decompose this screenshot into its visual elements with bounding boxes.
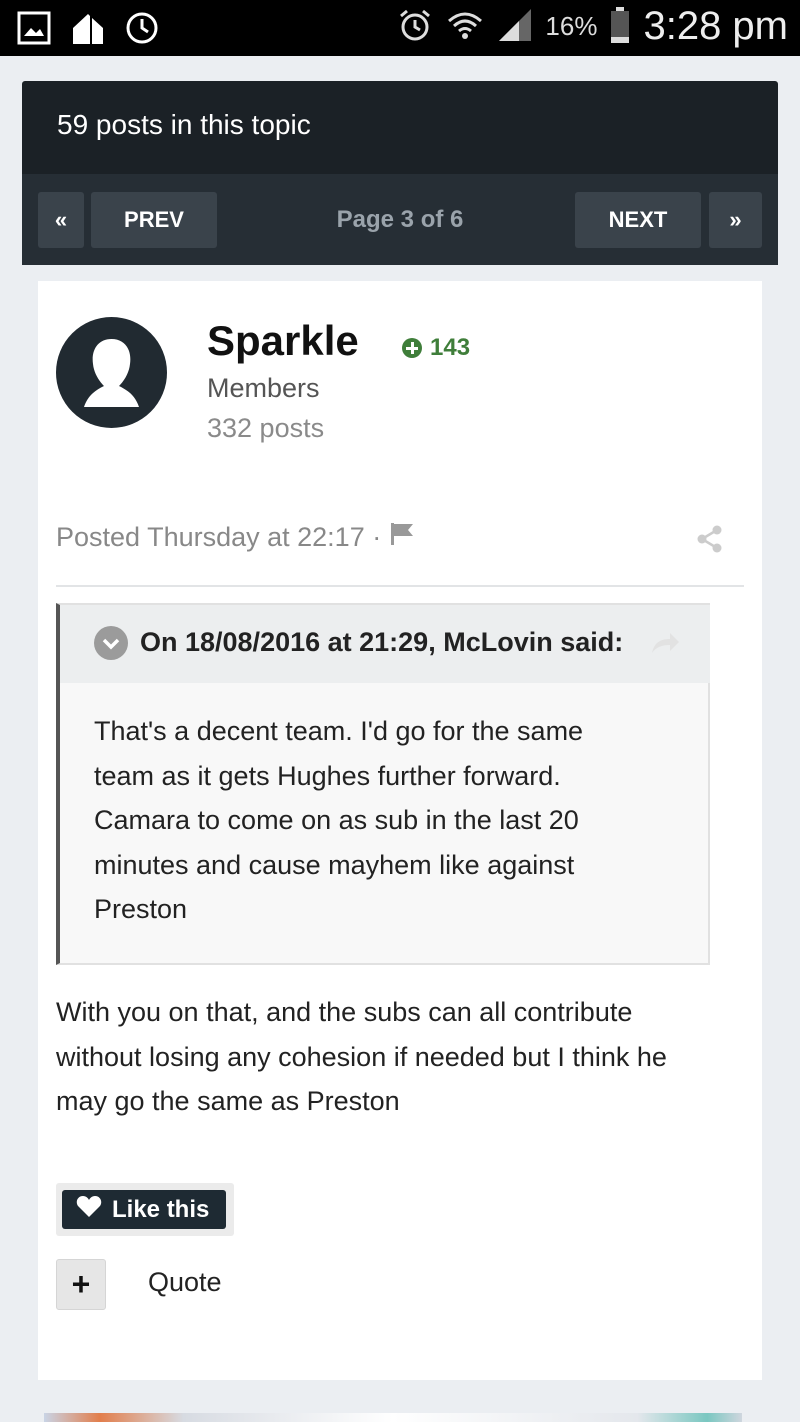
pagination-bar: « PREV Page 3 of 6 NEXT » bbox=[22, 174, 778, 265]
content-line: without losing any cohesion if needed bu… bbox=[56, 1041, 667, 1072]
divider bbox=[56, 585, 744, 587]
signal-icon bbox=[497, 7, 533, 47]
reputation-count: 143 bbox=[430, 334, 471, 361]
battery-icon bbox=[609, 6, 631, 48]
post-content: With you on that, and the subs can all c… bbox=[56, 990, 746, 1124]
content-line: With you on that, and the subs can all c… bbox=[56, 997, 633, 1027]
wifi-icon bbox=[445, 7, 485, 47]
share-icon[interactable] bbox=[696, 525, 724, 553]
status-bar-right: 16% 3:28 pm bbox=[397, 4, 788, 49]
quote-line: minutes and cause mayhem like against bbox=[94, 849, 575, 880]
quote-text: That's a decent team. I'd go for the sam… bbox=[94, 709, 654, 932]
reputation-badge[interactable]: 143 bbox=[402, 334, 470, 362]
image-icon bbox=[16, 10, 52, 46]
quote-citation: On 18/08/2016 at 21:29, McLovin said: bbox=[140, 627, 624, 657]
next-post-preview bbox=[44, 1413, 742, 1422]
quote-line: Preston bbox=[94, 894, 188, 924]
quote-line: team as it gets Hughes further forward. bbox=[94, 760, 561, 791]
post-date[interactable]: Posted Thursday at 22:17 · bbox=[56, 522, 381, 553]
like-container: Like this bbox=[56, 1183, 234, 1236]
status-bar: 16% 3:28 pm bbox=[0, 0, 800, 56]
chevron-down-icon[interactable] bbox=[94, 626, 128, 660]
author-post-count: 332 posts bbox=[207, 413, 325, 443]
alarm-icon bbox=[397, 7, 433, 47]
heart-icon bbox=[76, 1194, 102, 1225]
post-meta: Posted Thursday at 22:17 · bbox=[56, 521, 415, 554]
clock: 3:28 pm bbox=[643, 4, 788, 48]
author-name[interactable]: Sparkle bbox=[207, 317, 359, 365]
default-avatar-icon[interactable] bbox=[56, 317, 167, 428]
status-bar-left bbox=[16, 10, 160, 46]
content-line: may go the same as Preston bbox=[56, 1086, 400, 1116]
quote-line: Camara to come on as sub in the last 20 bbox=[94, 805, 579, 835]
next-page-button[interactable]: NEXT bbox=[575, 192, 701, 248]
quote-header: On 18/08/2016 at 21:29, McLovin said: bbox=[60, 605, 710, 683]
plus-circle-icon bbox=[402, 338, 422, 358]
author-group: Members bbox=[207, 373, 320, 403]
multiquote-button[interactable]: + bbox=[56, 1259, 106, 1310]
quote-line: That's a decent team. I'd go for the sam… bbox=[94, 716, 584, 746]
sync-icon bbox=[124, 10, 160, 46]
home-icon bbox=[70, 10, 106, 46]
last-page-button[interactable]: » bbox=[709, 192, 762, 248]
like-button[interactable]: Like this bbox=[62, 1190, 226, 1229]
flag-icon[interactable] bbox=[389, 521, 415, 554]
post-card: Sparkle 143 Members 332 posts Posted Thu… bbox=[38, 281, 762, 1380]
reply-arrow-icon[interactable] bbox=[650, 631, 680, 655]
quote-button[interactable]: Quote bbox=[148, 1267, 222, 1298]
quote-block: On 18/08/2016 at 21:29, McLovin said: Th… bbox=[56, 603, 710, 965]
topic-header: 59 posts in this topic « PREV Page 3 of … bbox=[22, 81, 778, 265]
topic-post-count: 59 posts in this topic bbox=[57, 109, 311, 140]
like-label: Like this bbox=[112, 1195, 210, 1223]
battery-percent: 16% bbox=[545, 11, 598, 41]
